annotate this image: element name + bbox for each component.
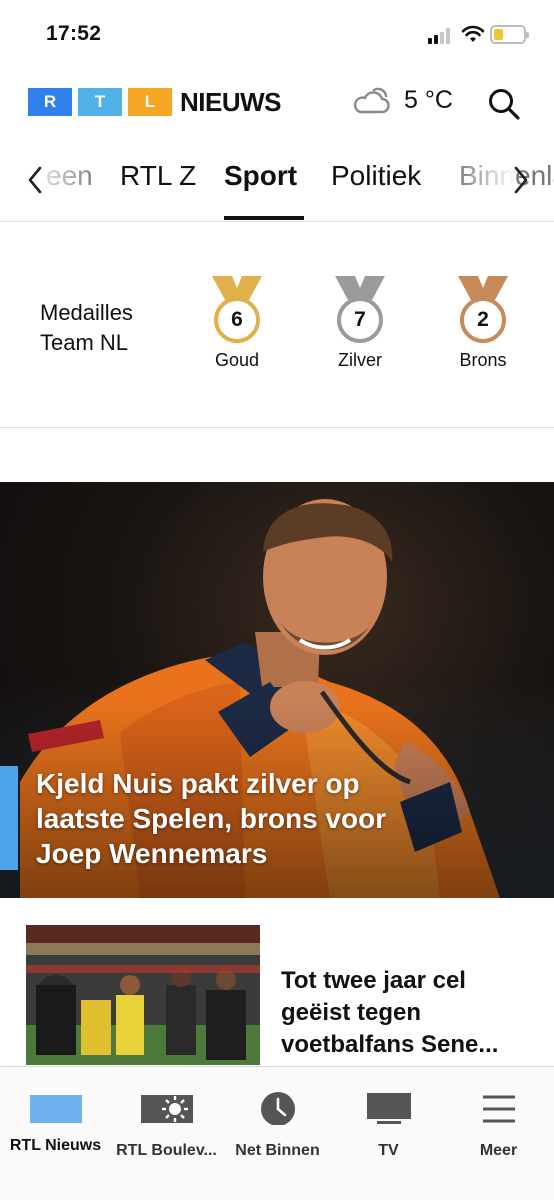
silver-label: Zilver xyxy=(338,350,382,370)
medals-title: Medailles Team NL xyxy=(40,300,133,355)
hero-headline[interactable]: Kjeld Nuis pakt zilver op laatste Spelen… xyxy=(36,766,456,871)
bronze-label: Brons xyxy=(459,350,507,370)
nav-rtl-boulevard-label: RTL Boulev... xyxy=(116,1142,217,1159)
search-icon[interactable] xyxy=(486,86,522,122)
cloud-sun-icon xyxy=(353,87,390,114)
clock-icon xyxy=(260,1092,295,1126)
hero-article[interactable]: Kjeld Nuis pakt zilver op laatste Spelen… xyxy=(0,482,554,898)
battery-icon xyxy=(490,25,529,44)
article-title[interactable]: Tot twee jaar cel geëist tegen voetbalfa… xyxy=(281,965,531,1061)
medal-gold: 6 Goud xyxy=(197,276,277,371)
logo-letter-t: T xyxy=(78,88,122,116)
article-item[interactable]: Tot twee jaar cel geëist tegen voetbalfa… xyxy=(26,925,536,1065)
tab-rtl-z[interactable]: RTL Z xyxy=(120,160,196,192)
category-tabs: een RTL Z Sport Politiek Binnenland xyxy=(0,150,554,222)
menu-icon xyxy=(482,1095,515,1123)
status-bar: 17:52 xyxy=(0,0,554,70)
article-thumbnail xyxy=(26,925,260,1065)
tab-politiek[interactable]: Politiek xyxy=(331,160,421,192)
nav-meer-label: Meer xyxy=(479,1142,518,1159)
medal-table[interactable]: Medailles Team NL 6 Goud 7 Zilver 2 Bron… xyxy=(0,222,554,428)
hero-accent-bar xyxy=(0,766,18,870)
logo-letter-l: L xyxy=(128,88,172,116)
tab-sport[interactable]: Sport xyxy=(224,160,297,192)
logo-brand: NIEUWS xyxy=(180,86,282,117)
wifi-icon xyxy=(461,25,485,42)
nav-rtl-nieuws-label: RTL Nieuws xyxy=(9,1137,102,1154)
nav-meer[interactable]: Meer xyxy=(443,1089,554,1160)
medal-silver: 7 Zilver xyxy=(320,276,400,371)
rtl-nieuws-icon xyxy=(28,1089,84,1125)
medal-bronze: 2 Brons xyxy=(443,276,523,371)
active-tab-indicator xyxy=(224,216,304,220)
nav-rtl-boulevard[interactable]: RTL Boulev... xyxy=(111,1089,222,1160)
silver-count: 7 xyxy=(354,308,366,331)
tabs-scroll-left-icon[interactable] xyxy=(22,160,48,200)
tabs-scroll-right-icon[interactable] xyxy=(508,160,534,200)
tv-icon xyxy=(366,1093,411,1124)
status-time: 17:52 xyxy=(46,22,102,45)
nav-net-binnen[interactable]: Net Binnen xyxy=(222,1089,333,1160)
nav-tv[interactable]: TV xyxy=(333,1089,444,1160)
gold-count: 6 xyxy=(231,308,243,331)
nav-tv-label: TV xyxy=(378,1142,399,1159)
temperature: 5 °C xyxy=(404,85,453,114)
nav-net-binnen-label: Net Binnen xyxy=(235,1142,320,1159)
app-header: R T L NIEUWS 5 °C xyxy=(0,70,554,140)
nav-rtl-nieuws[interactable]: RTL Nieuws xyxy=(0,1089,111,1155)
rtl-nieuws-logo[interactable]: R T L NIEUWS xyxy=(28,86,282,117)
bottom-navigation: RTL Nieuws RTL Boulev... Net Binnen TV M… xyxy=(0,1066,554,1200)
signal-icon xyxy=(428,28,454,44)
bronze-count: 2 xyxy=(477,308,489,331)
weather-widget[interactable]: 5 °C xyxy=(350,84,453,116)
boulevard-icon xyxy=(140,1095,193,1123)
logo-letter-r: R xyxy=(28,88,72,116)
gold-label: Goud xyxy=(214,350,260,370)
